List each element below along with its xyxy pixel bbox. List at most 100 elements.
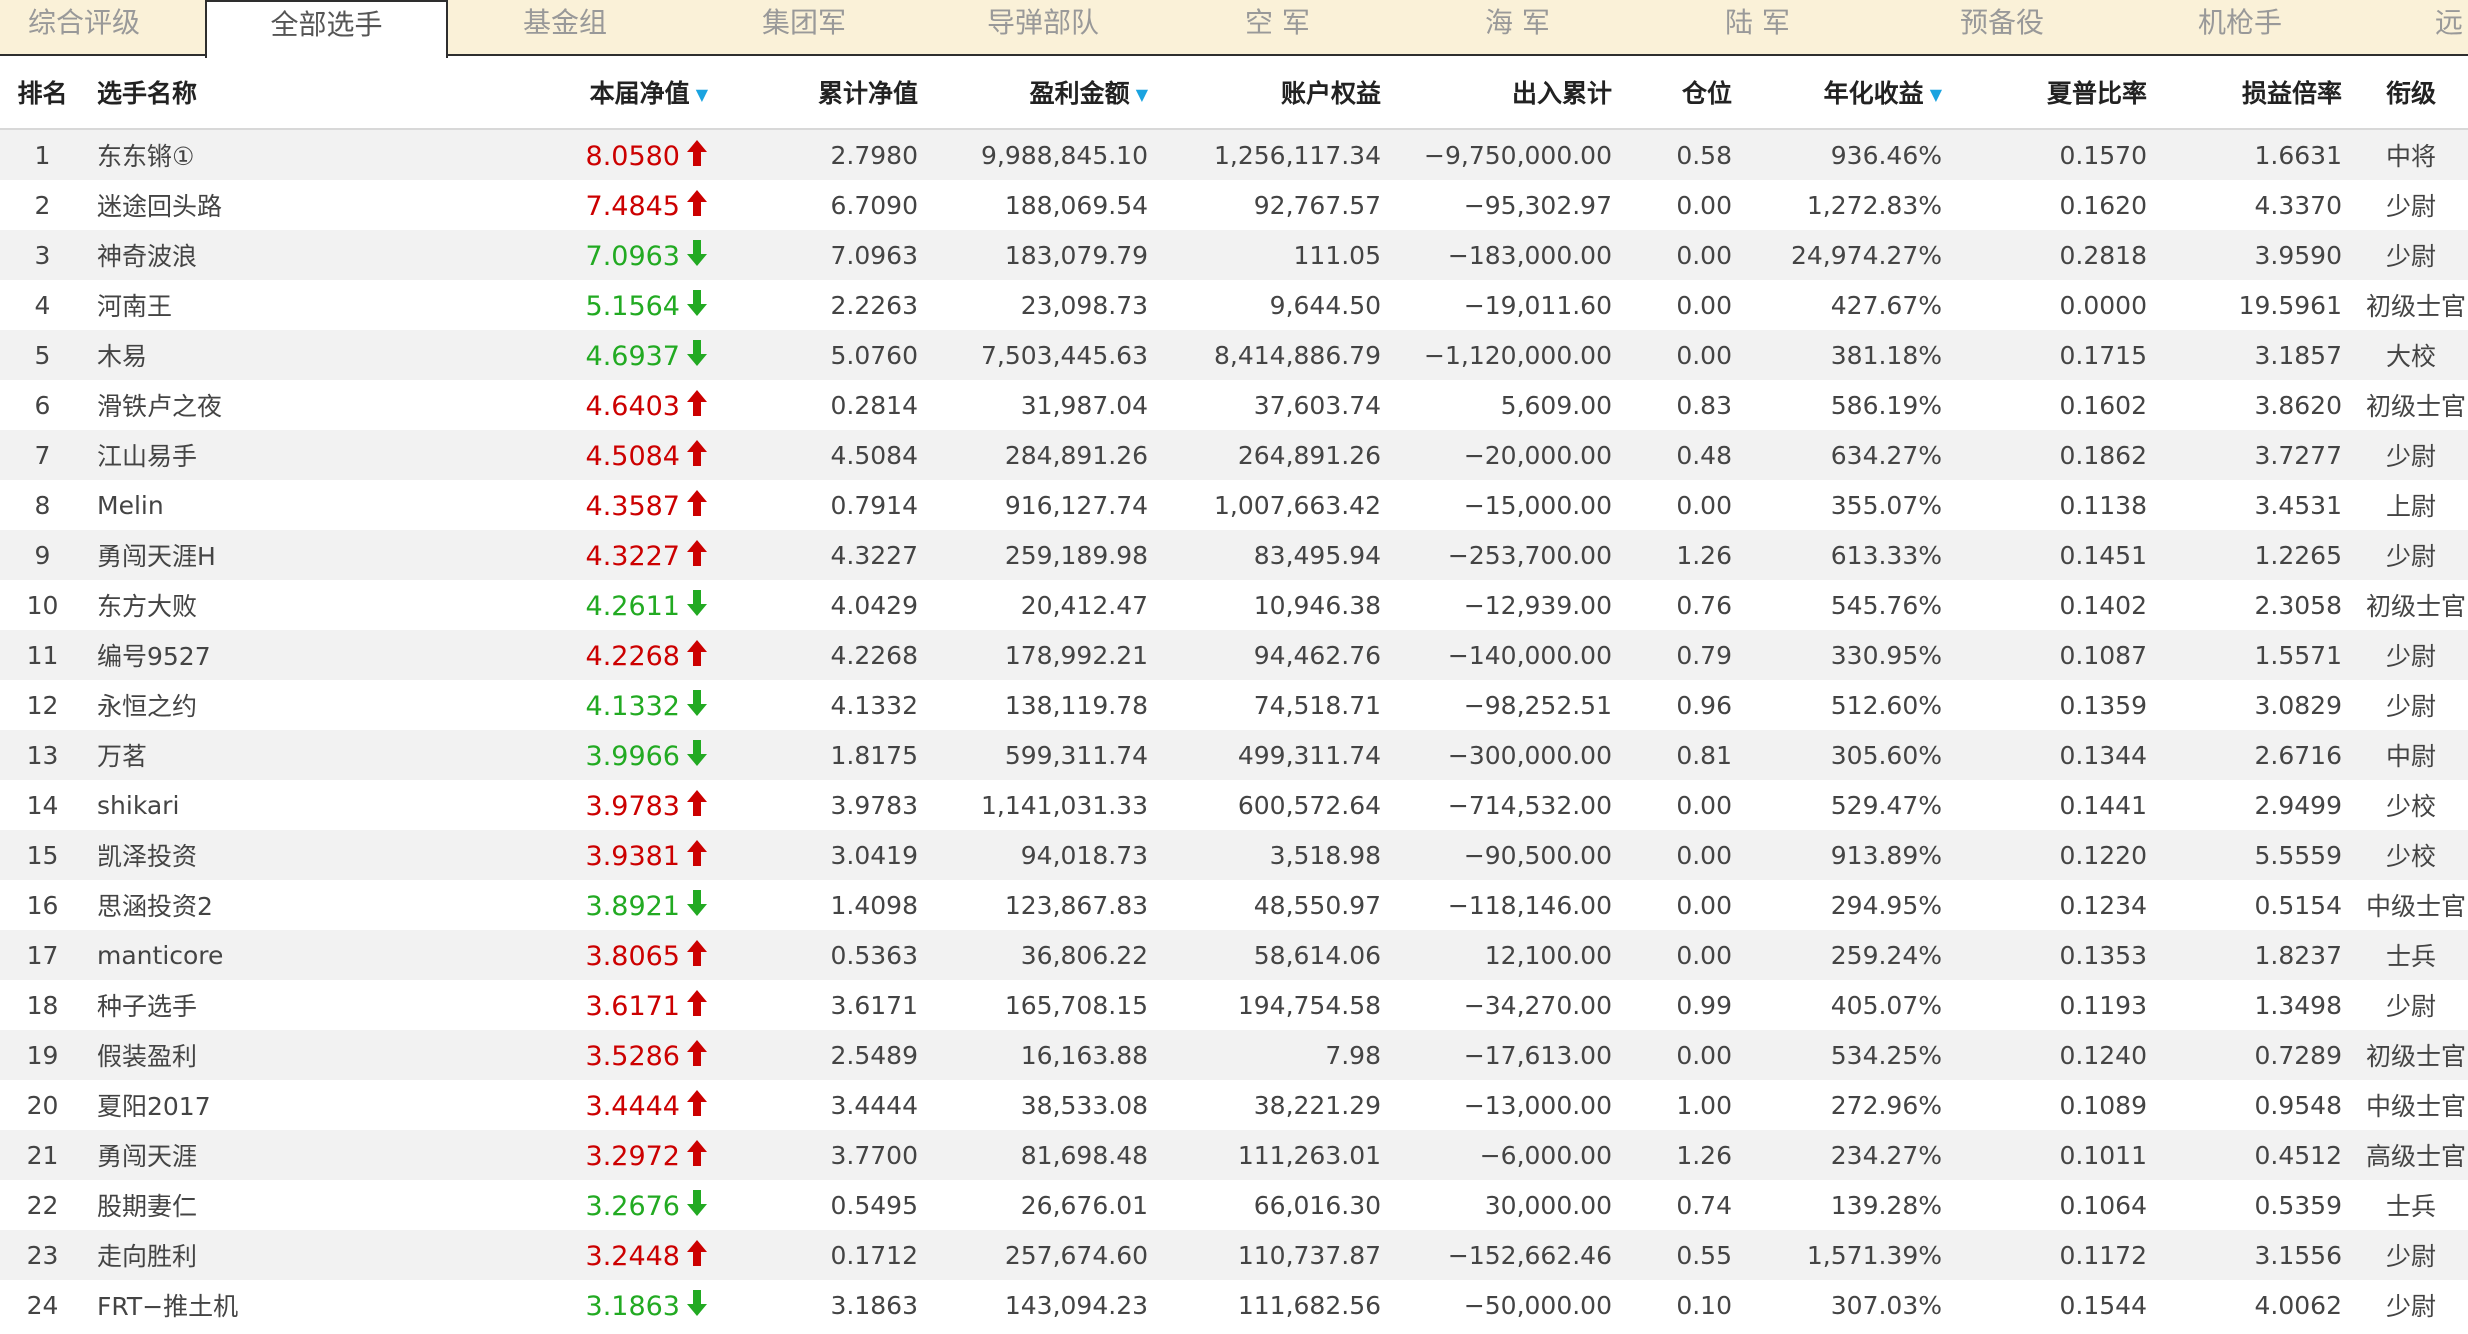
col-rank-header: 排名 xyxy=(0,56,85,130)
tab-machine-gunner[interactable]: 机枪手 xyxy=(2198,0,2348,56)
rank-cell: 19 xyxy=(0,1030,85,1080)
table-row[interactable]: 19 假装盈利 3.5286 2.5489 16,163.88 7.98 −17,613.0… xyxy=(0,1030,2468,1080)
profit-cell: 1,141,031.33 xyxy=(930,780,1160,830)
table-row[interactable]: 3 神奇波浪 7.0963 7.0963 183,079.79 111.05 −183,00… xyxy=(0,230,2468,280)
cum-nav-cell: 4.2268 xyxy=(720,630,930,680)
table-row[interactable]: 10 东方大败 4.2611 4.0429 20,412.47 10,946.38 −12,… xyxy=(0,580,2468,630)
tab-overall-rating[interactable]: 综合评级 xyxy=(28,0,218,56)
arrow-down-icon xyxy=(686,1189,708,1217)
player-name-cell[interactable]: 神奇波浪 xyxy=(85,230,500,280)
table-row[interactable]: 14 shikari 3.9783 3.9783 1,141,031.33 600,572… xyxy=(0,780,2468,830)
player-name-cell[interactable]: shikari xyxy=(85,780,500,830)
player-name-cell[interactable]: Melin xyxy=(85,480,500,530)
position-cell: 0.79 xyxy=(1624,630,1744,680)
table-row[interactable]: 5 木易 4.6937 5.0760 7,503,445.63 8,414,886.79−… xyxy=(0,330,2468,380)
table-row[interactable]: 8 Melin 4.3587 0.7914 916,127.74 1,007,663.42… xyxy=(0,480,2468,530)
inout-cell: −17,613.00 xyxy=(1393,1030,1624,1080)
nav-cell: 3.9783 xyxy=(500,780,720,830)
table-row[interactable]: 15 凯泽投资 3.9381 3.0419 94,018.73 3,518.98 −90,5… xyxy=(0,830,2468,880)
player-name-cell[interactable]: 走向胜利 xyxy=(85,1230,500,1280)
table-row[interactable]: 2 迷途回头路 7.4845 6.7090 188,069.54 92,767.57 −95… xyxy=(0,180,2468,230)
table-row[interactable]: 1 东东锵① 8.0580 2.7980 9,988,845.10 1,256,117.3… xyxy=(0,129,2468,180)
sharpe-cell: 0.1602 xyxy=(1954,380,2159,430)
tab-fund-group[interactable]: 基金组 xyxy=(523,0,673,56)
col-annual-header[interactable]: 年化收益 ▼ xyxy=(1744,56,1954,130)
cum-nav-cell: 1.4098 xyxy=(720,880,930,930)
player-name-cell[interactable]: 迷途回头路 xyxy=(85,180,500,230)
table-row[interactable]: 24 FRT−推土机 3.1863 3.1863 143,094.23 111,682.5… xyxy=(0,1280,2468,1330)
tab-missile-force[interactable]: 导弹部队 xyxy=(987,0,1167,56)
table-row[interactable]: 22 股期妻仁 3.2676 0.5495 26,676.01 66,016.30 30,0… xyxy=(0,1180,2468,1230)
cum-nav-cell: 4.5084 xyxy=(720,430,930,480)
inout-cell: −140,000.00 xyxy=(1393,630,1624,680)
col-profit-label: 盈利金额 xyxy=(1029,79,1130,108)
rank-cell: 4 xyxy=(0,280,85,330)
table-row[interactable]: 23 走向胜利 3.2448 0.1712 257,674.60 110,737.87 −1… xyxy=(0,1230,2468,1280)
table-row[interactable]: 7 江山易手 4.5084 4.5084 284,891.26 264,891.26 −20… xyxy=(0,430,2468,480)
grade-cell: 大校 xyxy=(2354,330,2468,380)
player-name-cell[interactable]: 永恒之约 xyxy=(85,680,500,730)
sort-down-icon[interactable]: ▼ xyxy=(1136,85,1148,104)
col-inout-header: 出入累计 xyxy=(1393,56,1624,130)
col-cum-nav-header: 累计净值 xyxy=(720,56,930,130)
table-row[interactable]: 12 永恒之约 4.1332 4.1332 138,119.78 74,518.71 −98… xyxy=(0,680,2468,730)
tab-all-players[interactable]: 全部选手 xyxy=(205,0,448,58)
table-row[interactable]: 16 思涵投资2 3.8921 1.4098 123,867.83 48,550.97 −1… xyxy=(0,880,2468,930)
equity-cell: 8,414,886.79 xyxy=(1160,330,1393,380)
tab-air-force[interactable]: 空 军 xyxy=(1245,0,1395,56)
table-row[interactable]: 4 河南王 5.1564 2.2263 23,098.73 9,644.50 −19,011… xyxy=(0,280,2468,330)
profit-cell: 36,806.22 xyxy=(930,930,1160,980)
sharpe-cell: 0.1620 xyxy=(1954,180,2159,230)
player-name-cell[interactable]: 假装盈利 xyxy=(85,1030,500,1080)
sharpe-cell: 0.1344 xyxy=(1954,730,2159,780)
rank-cell: 23 xyxy=(0,1230,85,1280)
player-name-cell[interactable]: 夏阳2017 xyxy=(85,1080,500,1130)
table-row[interactable]: 21 勇闯天涯 3.2972 3.7700 81,698.48 111,263.01 −6,… xyxy=(0,1130,2468,1180)
tab-reserve[interactable]: 预备役 xyxy=(1960,0,2110,56)
player-name-cell[interactable]: 种子选手 xyxy=(85,980,500,1030)
annual-cell: 936.46% xyxy=(1744,129,1954,180)
sharpe-cell: 0.1570 xyxy=(1954,129,2159,180)
position-cell: 0.48 xyxy=(1624,430,1744,480)
player-name-cell[interactable]: FRT−推土机 xyxy=(85,1280,500,1330)
tab-more-partial[interactable]: 远 xyxy=(2435,0,2468,56)
player-name-cell[interactable]: 股期妻仁 xyxy=(85,1180,500,1230)
player-name-cell[interactable]: 东方大败 xyxy=(85,580,500,630)
sort-down-icon[interactable]: ▼ xyxy=(696,85,708,104)
rank-cell: 21 xyxy=(0,1130,85,1180)
col-profit-header[interactable]: 盈利金额 ▼ xyxy=(930,56,1160,130)
table-row[interactable]: 20 夏阳2017 3.4444 3.4444 38,533.08 38,221.29 −1… xyxy=(0,1080,2468,1130)
tab-navy[interactable]: 海 军 xyxy=(1485,0,1635,56)
table-row[interactable]: 13 万茗 3.9966 1.8175 599,311.74 499,311.74 −300… xyxy=(0,730,2468,780)
player-name-cell[interactable]: 勇闯天涯H xyxy=(85,530,500,580)
pl-ratio-cell: 0.4512 xyxy=(2159,1130,2354,1180)
grade-cell: 少尉 xyxy=(2354,680,2468,730)
player-name-cell[interactable]: 木易 xyxy=(85,330,500,380)
tab-army[interactable]: 陆 军 xyxy=(1725,0,1875,56)
player-name-cell[interactable]: 勇闯天涯 xyxy=(85,1130,500,1180)
arrow-up-icon xyxy=(686,1139,708,1167)
table-row[interactable]: 6 滑铁卢之夜 4.6403 0.2814 31,987.04 37,603.74 5,60… xyxy=(0,380,2468,430)
annual-cell: 330.95% xyxy=(1744,630,1954,680)
col-nav-header[interactable]: 本届净值 ▼ xyxy=(500,56,720,130)
player-name-cell[interactable]: manticore xyxy=(85,930,500,980)
cum-nav-cell: 6.7090 xyxy=(720,180,930,230)
player-name-cell[interactable]: 万茗 xyxy=(85,730,500,780)
player-name-cell[interactable]: 江山易手 xyxy=(85,430,500,480)
table-row[interactable]: 17 manticore 3.8065 0.5363 36,806.22 58,614.0… xyxy=(0,930,2468,980)
player-name-cell[interactable]: 凯泽投资 xyxy=(85,830,500,880)
sort-down-icon[interactable]: ▼ xyxy=(1930,85,1942,104)
rank-cell: 2 xyxy=(0,180,85,230)
table-row[interactable]: 18 种子选手 3.6171 3.6171 165,708.15 194,754.58 −3… xyxy=(0,980,2468,1030)
table-row[interactable]: 9 勇闯天涯H 4.3227 4.3227 259,189.98 83,495.94 −25… xyxy=(0,530,2468,580)
player-name-cell[interactable]: 编号9527 xyxy=(85,630,500,680)
player-name-cell[interactable]: 河南王 xyxy=(85,280,500,330)
table-row[interactable]: 11 编号9527 4.2268 4.2268 178,992.21 94,462.76−… xyxy=(0,630,2468,680)
player-name-cell[interactable]: 东东锵① xyxy=(85,129,500,180)
arrow-up-icon xyxy=(686,189,708,217)
nav-cell: 3.9381 xyxy=(500,830,720,880)
player-name-cell[interactable]: 滑铁卢之夜 xyxy=(85,380,500,430)
player-name-cell[interactable]: 思涵投资2 xyxy=(85,880,500,930)
tab-group-army[interactable]: 集团军 xyxy=(762,0,912,56)
pl-ratio-cell: 1.3498 xyxy=(2159,980,2354,1030)
